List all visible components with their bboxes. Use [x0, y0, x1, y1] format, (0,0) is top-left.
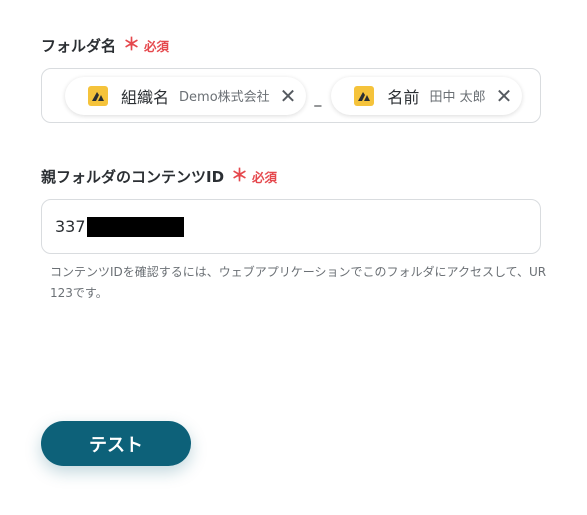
- parent-folder-label-text: 親フォルダのコンテンツID: [41, 168, 225, 186]
- app-logo-icon: [88, 85, 108, 106]
- close-icon[interactable]: ✕: [496, 86, 513, 106]
- folder-name-label-text: フォルダ名: [41, 37, 117, 55]
- parent-folder-label: 親フォルダのコンテンツID ＊ 必須: [41, 166, 277, 187]
- chip-value: Demo株式会社: [179, 90, 270, 105]
- input-value: 337: [55, 217, 86, 236]
- variable-chip-org[interactable]: 組織名 Demo株式会社 ✕: [65, 76, 307, 115]
- chip-name: 組織名: [121, 87, 170, 107]
- helper-line-1: コンテンツIDを確認するには、ウェブアプリケーションでこのフォルダにアクセスして…: [50, 265, 547, 279]
- helper-line-2: 123です。: [50, 286, 108, 300]
- required-asterisk: ＊: [231, 166, 249, 186]
- chip-separator: _: [314, 90, 322, 107]
- required-text: 必須: [144, 39, 170, 54]
- close-icon[interactable]: ✕: [280, 86, 297, 106]
- helper-text: コンテンツIDを確認するには、ウェブアプリケーションでこのフォルダにアクセスして…: [50, 262, 587, 304]
- redaction-block: [86, 216, 184, 237]
- app-logo-icon: [354, 85, 375, 106]
- required-text: 必須: [252, 170, 278, 185]
- chip-value: 田中 太郎: [429, 90, 486, 105]
- test-button[interactable]: テスト: [41, 421, 191, 466]
- variable-chip-name[interactable]: 名前 田中 太郎 ✕: [331, 76, 523, 115]
- required-asterisk: ＊: [123, 35, 141, 55]
- folder-name-input[interactable]: 組織名 Demo株式会社 ✕ _ 名前 田中 太郎 ✕: [41, 68, 541, 123]
- folder-name-label: フォルダ名 ＊ 必須: [41, 35, 169, 56]
- chip-name: 名前: [387, 87, 420, 107]
- parent-folder-id-input[interactable]: 337: [41, 199, 541, 254]
